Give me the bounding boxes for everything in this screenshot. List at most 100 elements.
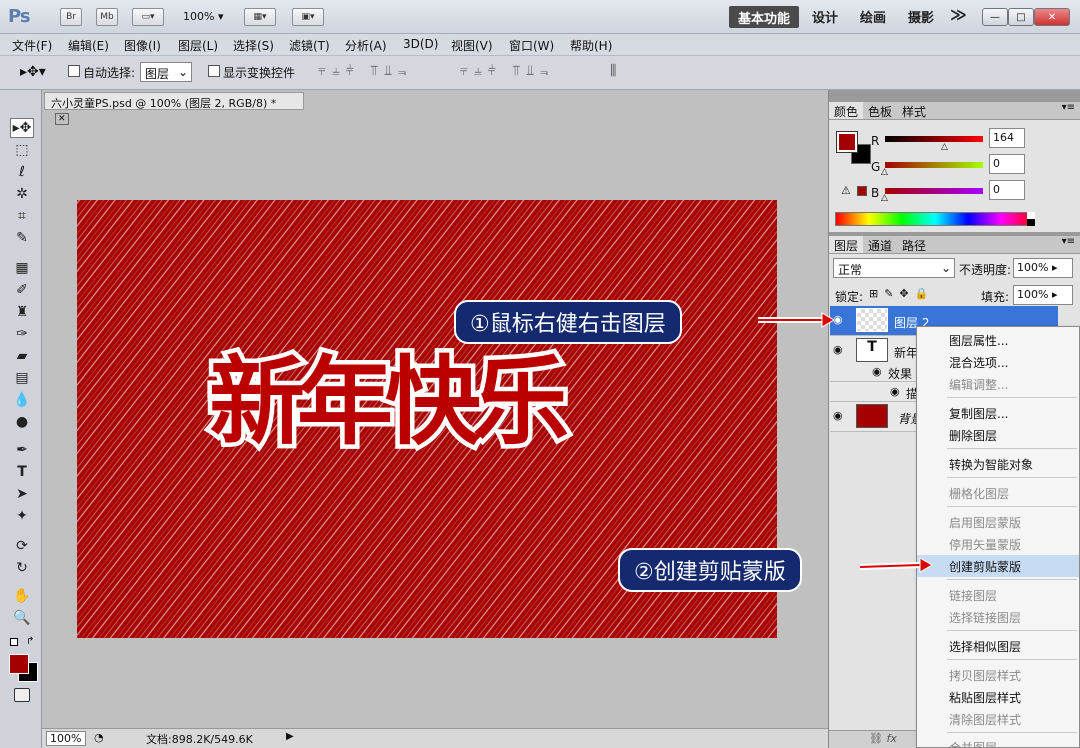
menu-image[interactable]: 图像(I) — [124, 37, 161, 54]
foreground-color-swatch[interactable] — [9, 654, 29, 674]
quick-select-tool-icon[interactable]: ✲ — [10, 184, 34, 204]
menu-delete-layer[interactable]: 删除图层 — [917, 424, 1079, 446]
3d-rotate-tool-icon[interactable]: ⟳ — [10, 536, 34, 556]
tab-layers[interactable]: 图层 — [829, 236, 864, 253]
gamut-warning-icon[interactable]: ⚠ — [841, 184, 851, 197]
tab-color[interactable]: 颜色 — [829, 102, 864, 119]
menu-filter[interactable]: 滤镜(T) — [289, 37, 330, 54]
shape-tool-icon[interactable]: ✦ — [10, 506, 34, 526]
menu-view[interactable]: 视图(V) — [451, 37, 493, 54]
minimize-button[interactable]: — — [982, 8, 1008, 26]
menu-file[interactable]: 文件(F) — [12, 37, 52, 54]
eye-icon[interactable]: ◉ — [833, 409, 843, 422]
path-select-tool-icon[interactable]: ➤ — [10, 484, 34, 504]
blur-tool-icon[interactable]: 💧 — [10, 390, 34, 410]
menu-convert-smart-object[interactable]: 转换为智能对象 — [917, 453, 1079, 475]
document-tab[interactable]: 六小灵童PS.psd @ 100% (图层 2, RGB/8) * ✕ — [44, 92, 304, 125]
quick-mask-icon[interactable] — [14, 688, 30, 702]
menu-edit[interactable]: 编辑(E) — [68, 37, 109, 54]
menu-window[interactable]: 窗口(W) — [509, 37, 554, 54]
menu-select[interactable]: 选择(S) — [233, 37, 274, 54]
menu-analysis[interactable]: 分析(A) — [345, 37, 387, 54]
workspace-painting[interactable]: 绘画 — [860, 7, 886, 26]
status-arrow-icon[interactable]: ▶ — [286, 731, 294, 742]
eye-icon[interactable]: ◉ — [833, 343, 843, 356]
eraser-tool-icon[interactable]: ▰ — [10, 346, 34, 366]
menu-3d[interactable]: 3D(D) — [403, 37, 438, 51]
menu-help[interactable]: 帮助(H) — [570, 37, 612, 54]
blend-mode-dropdown[interactable]: 正常 ⌄ — [833, 258, 955, 278]
show-transform-checkbox[interactable] — [208, 65, 220, 77]
tab-styles[interactable]: 样式 — [897, 102, 931, 119]
zoom-dropdown[interactable]: 100% ▾ — [183, 10, 223, 23]
channel-g-thumb[interactable]: △ — [881, 167, 888, 177]
3d-orbit-tool-icon[interactable]: ↻ — [10, 558, 34, 578]
channel-r-slider[interactable] — [885, 136, 983, 142]
workspace-design[interactable]: 设计 — [812, 7, 838, 26]
channel-g-slider[interactable] — [885, 162, 983, 168]
color-ramp-bw[interactable] — [1027, 212, 1035, 226]
color-ramp[interactable] — [835, 212, 1035, 226]
workspace-essentials[interactable]: 基本功能 — [729, 6, 799, 28]
align-buttons[interactable]: ⫧⫨⫩ ⫪⫫⫬ — [318, 63, 412, 79]
minibridge-button[interactable]: Mb — [96, 8, 118, 26]
auto-select-checkbox[interactable] — [68, 65, 80, 77]
auto-align-button[interactable]: ⫼ — [610, 63, 616, 79]
layers-menu-icon[interactable]: ▾≡ — [1062, 236, 1080, 253]
crop-tool-icon[interactable]: ⌗ — [10, 206, 34, 226]
menu-layer-properties[interactable]: 图层属性... — [917, 329, 1079, 351]
tab-swatches[interactable]: 色板 — [863, 102, 897, 119]
zoom-field[interactable]: 100% — [46, 731, 86, 746]
marquee-tool-icon[interactable]: ⬚ — [10, 140, 34, 160]
tab-paths[interactable]: 路径 — [897, 236, 931, 253]
move-tool-icon[interactable]: ▸✥▾ — [20, 64, 46, 80]
distribute-buttons[interactable]: ⫧⫨⫩ ⫪⫫⫬ — [460, 63, 554, 79]
type-tool-icon[interactable]: T — [10, 462, 34, 482]
color-fg-swatch[interactable] — [836, 131, 858, 153]
eyedropper-tool-icon[interactable]: ✎ — [10, 228, 34, 248]
gamut-swatch[interactable] — [857, 186, 867, 196]
channel-b-value[interactable]: 0 — [989, 180, 1025, 200]
channel-g-value[interactable]: 0 — [989, 154, 1025, 174]
hand-tool-icon[interactable]: ✋ — [10, 586, 34, 606]
eye-icon[interactable]: ◉ — [872, 365, 882, 378]
pen-tool-icon[interactable]: ✒ — [10, 440, 34, 460]
healing-tool-icon[interactable]: ▦ — [10, 258, 34, 278]
brush-tool-icon[interactable]: ✐ — [10, 280, 34, 300]
tab-channels[interactable]: 通道 — [863, 236, 897, 253]
gradient-tool-icon[interactable]: ▤ — [10, 368, 34, 388]
swap-colors-icon[interactable]: ↱ — [26, 636, 34, 647]
fill-field[interactable]: 100% ▸ — [1013, 285, 1073, 305]
menu-create-clipping-mask[interactable]: 创建剪贴蒙版 — [917, 555, 1079, 577]
channel-r-value[interactable]: 164 — [989, 128, 1025, 148]
status-icon[interactable]: ◔ — [94, 731, 104, 744]
menu-paste-layer-style[interactable]: 粘贴图层样式 — [917, 686, 1079, 708]
screen-mode-button[interactable]: ▣▾ — [292, 8, 324, 26]
channel-r-thumb[interactable]: △ — [941, 142, 948, 152]
panel-menu-icon[interactable]: ▾≡ — [1062, 102, 1080, 119]
arrange-documents-button[interactable]: ▦▾ — [244, 8, 276, 26]
lock-icons[interactable]: ⊞✎✥🔒 — [869, 287, 934, 300]
eye-icon[interactable]: ◉ — [890, 385, 900, 398]
lasso-tool-icon[interactable]: ℓ — [10, 162, 34, 182]
default-colors-icon[interactable] — [10, 638, 18, 646]
close-tab-icon[interactable]: ✕ — [55, 113, 69, 125]
zoom-tool-icon[interactable]: 🔍 — [10, 608, 34, 628]
menu-duplicate-layer[interactable]: 复制图层... — [917, 402, 1079, 424]
channel-b-slider[interactable] — [885, 188, 983, 194]
close-button[interactable]: ✕ — [1034, 8, 1070, 26]
bridge-button[interactable]: Br — [60, 8, 82, 26]
maximize-button[interactable]: □ — [1008, 8, 1034, 26]
menu-blending-options[interactable]: 混合选项... — [917, 351, 1079, 373]
view-extras-button[interactable]: ▭▾ — [132, 8, 164, 26]
channel-b-thumb[interactable]: △ — [881, 193, 888, 203]
workspace-photography[interactable]: 摄影 — [908, 7, 934, 26]
dodge-tool-icon[interactable]: ● — [10, 412, 34, 432]
opacity-field[interactable]: 100% ▸ — [1013, 258, 1073, 278]
history-brush-tool-icon[interactable]: ✑ — [10, 324, 34, 344]
move-tool-icon[interactable]: ▸✥ — [10, 118, 34, 138]
menu-select-similar-layers[interactable]: 选择相似图层 — [917, 635, 1079, 657]
menu-layer[interactable]: 图层(L) — [178, 37, 218, 54]
auto-select-dropdown[interactable]: 图层 ⌄ — [140, 62, 192, 82]
more-workspaces-button[interactable]: ≫ — [950, 5, 967, 24]
